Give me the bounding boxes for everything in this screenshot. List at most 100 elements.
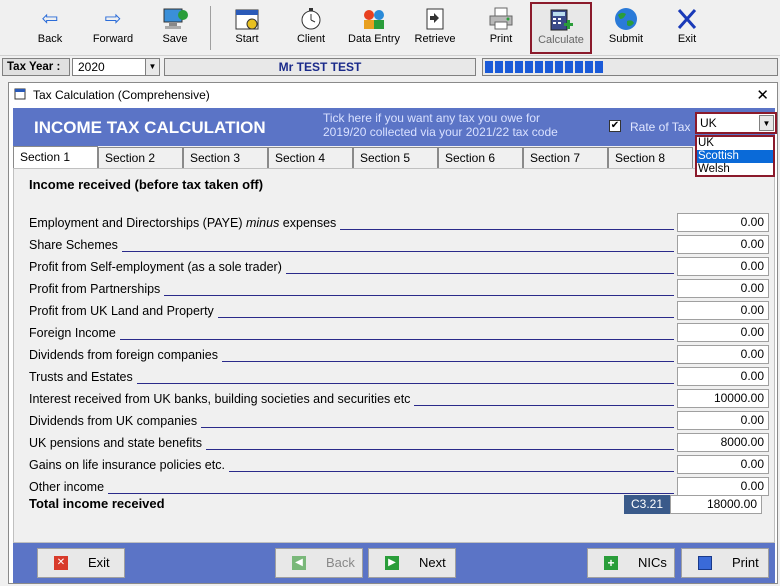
back-button[interactable]: ⇦ Back [28,3,72,53]
income-value-field[interactable]: 10000.00 [677,389,769,408]
printer-icon [698,556,712,570]
total-income-value: 18000.00 [670,495,762,514]
progress-segment [595,61,603,73]
footer-exit-button[interactable]: ✕ Exit [37,548,125,578]
income-row-label: Trusts and Estates [29,370,137,384]
tab-section-6[interactable]: Section 6 [438,147,523,168]
tab-section-3[interactable]: Section 3 [183,147,268,168]
row-label-text: Profit from UK Land and Property [29,304,214,318]
chevron-down-icon[interactable]: ▼ [145,59,159,75]
income-value-field[interactable]: 8000.00 [677,433,769,452]
progress-segment [585,61,593,73]
income-value-field[interactable]: 0.00 [677,345,769,364]
tab-section-1[interactable]: Section 1 [13,146,98,168]
data-entry-label: Data Entry [348,33,400,45]
progress-segment [495,61,503,73]
calculate-button[interactable]: Calculate [530,2,592,54]
start-calendar-icon [233,7,261,31]
tab-section-7[interactable]: Section 7 [523,147,608,168]
back-arrow-icon: ⇦ [41,8,59,30]
income-row: Trusts and Estates 0.00 [29,367,769,387]
dropdown-option[interactable]: Welsh [697,163,773,176]
tab-section-5[interactable]: Section 5 [353,147,438,168]
income-row-label: Dividends from foreign companies [29,348,222,362]
tax-code-checkbox[interactable]: ✔ [609,120,621,132]
income-value-field[interactable]: 0.00 [677,367,769,386]
dropdown-option[interactable]: Scottish [697,150,773,163]
exit-x-icon: ✕ [54,556,68,570]
footer-next-label: Next [419,555,446,570]
calculator-icon [547,8,575,32]
income-row: Gains on life insurance policies etc. 0.0… [29,455,769,475]
section-1-panel: Income received (before tax taken off) E… [13,168,775,543]
income-row: Dividends from UK companies 0.00 [29,411,769,431]
progress-segment [575,61,583,73]
plus-icon: + [604,556,618,570]
income-value-field[interactable]: 0.00 [677,411,769,430]
forward-label: Forward [92,33,134,45]
income-value-field[interactable]: 0.00 [677,323,769,342]
progress-segment [515,61,523,73]
income-row: Profit from Self-employment (as a sole t… [29,257,769,277]
tab-section-4[interactable]: Section 4 [268,147,353,168]
notice-line-2: 2019/20 collected via your 2021/22 tax c… [323,125,558,139]
tab-section-8[interactable]: Section 8 [608,147,693,168]
row-label-text: Dividends from foreign companies [29,348,218,362]
income-value-field[interactable]: 0.00 [677,455,769,474]
row-label-text: Profit from Self-employment (as a sole t… [29,260,282,274]
row-label-text: Gains on life insurance policies etc. [29,458,225,472]
tax-code-notice: Tick here if you want any tax you owe fo… [323,111,558,139]
chevron-down-icon[interactable]: ▼ [759,115,774,131]
printer-icon [487,7,515,31]
forward-button[interactable]: ⇨ Forward [88,3,138,53]
close-icon[interactable]: ✕ [756,86,769,104]
footer-nics-button[interactable]: + NICs [587,548,675,578]
footer-next-button[interactable]: ▶ Next [368,548,456,578]
exit-x-icon [673,7,701,31]
footer-print-button[interactable]: Print [681,548,769,578]
client-name: Mr TEST TEST [164,58,476,76]
exit-button[interactable]: Exit [666,3,708,53]
notice-line-1: Tick here if you want any tax you owe fo… [323,111,540,125]
footer-nics-label: NICs [638,555,667,570]
income-row-label: Other income [29,480,109,494]
income-row: Share Schemes 0.00 [29,235,769,255]
row-leader-line [29,493,674,494]
footer-back-button[interactable]: ◀ Back [275,548,363,578]
income-value-field[interactable]: 0.00 [677,279,769,298]
income-value-field[interactable]: 0.00 [677,257,769,276]
data-entry-button[interactable]: Data Entry [346,3,402,53]
retrieve-button[interactable]: Retrieve [412,3,458,53]
save-label: Save [162,33,188,45]
income-value-field[interactable]: 0.00 [677,477,769,496]
income-row-label: Foreign Income [29,326,120,340]
income-row: Foreign Income 0.00 [29,323,769,343]
tax-year-label: Tax Year : [2,58,70,76]
submit-button[interactable]: Submit [604,3,648,53]
income-value-field[interactable]: 0.00 [677,301,769,320]
rate-of-tax-label: Rate of Tax [630,120,691,134]
income-value-field[interactable]: 0.00 [677,213,769,232]
start-button[interactable]: Start [226,3,268,53]
row-label-text: Dividends from UK companies [29,414,198,428]
income-value-field[interactable]: 0.00 [677,235,769,254]
window-titlebar: Tax Calculation (Comprehensive) ✕ [9,83,777,107]
page-title: INCOME TAX CALCULATION [34,118,266,137]
client-stopwatch-icon [297,7,325,31]
tax-year-bar: Tax Year : 2020 ▼ Mr TEST TEST [0,57,780,77]
toolbar-separator [210,6,211,50]
save-computer-icon [161,7,189,31]
tab-section-2[interactable]: Section 2 [98,147,183,168]
client-button[interactable]: Client [290,3,332,53]
rate-of-tax-select[interactable]: UK ▼ [695,112,777,134]
row-label-text: Other income [29,480,105,494]
save-button[interactable]: Save [154,3,196,53]
dropdown-option[interactable]: UK [697,137,773,150]
row-label-text: Share Schemes [29,238,118,252]
globe-icon [612,7,640,31]
row-leader-line [29,251,674,252]
row-label-text: Foreign Income [29,326,116,340]
print-button[interactable]: Print [480,3,522,53]
income-row: Dividends from foreign companies 0.00 [29,345,769,365]
tax-year-select[interactable]: 2020 ▼ [72,58,160,76]
